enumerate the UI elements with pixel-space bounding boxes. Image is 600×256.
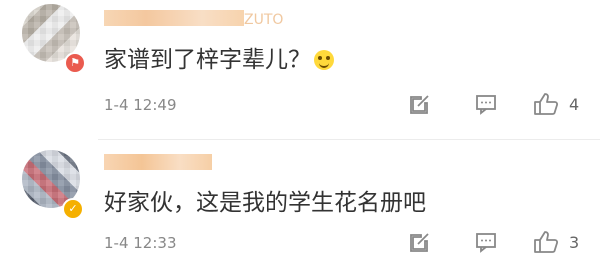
- comment-icon[interactable]: [474, 92, 498, 116]
- app-badge-icon: ⚑: [64, 52, 86, 74]
- comment-card: ✓ 好家伙，这是我的学生花名册吧 1-4 12:33 3: [0, 140, 600, 253]
- comment-time: 1-4 12:33: [104, 234, 177, 252]
- laughing-emoji-icon: [314, 50, 334, 70]
- comment-text-content: 家谱到了梓字辈儿？: [104, 47, 311, 73]
- comment-actions: 4: [408, 92, 598, 118]
- pixelated-nickname[interactable]: [104, 154, 212, 170]
- comment-text: 家谱到了梓字辈儿？: [104, 45, 334, 75]
- comment-card: ⚑ ZUTO 家谱到了梓字辈儿？ 1-4 12:49 4: [0, 0, 600, 128]
- comment-text: 好家伙，这是我的学生花名册吧: [104, 190, 426, 216]
- check-icon: ✓: [68, 202, 78, 215]
- comment-time: 1-4 12:49: [104, 96, 177, 114]
- comment-icon[interactable]: [474, 230, 498, 254]
- share-icon[interactable]: [408, 230, 432, 254]
- nickname-tail: ZUTO: [244, 12, 284, 28]
- like-count: 3: [569, 233, 580, 252]
- thumbs-up-icon[interactable]: [532, 92, 559, 116]
- pixelated-nickname[interactable]: [104, 10, 244, 26]
- flag-icon: ⚑: [70, 56, 80, 69]
- comment-actions: 3: [408, 230, 598, 256]
- thumbs-up-icon[interactable]: [532, 230, 559, 254]
- share-icon[interactable]: [408, 92, 432, 116]
- verified-badge-icon: ✓: [62, 198, 84, 220]
- like-count: 4: [569, 95, 580, 114]
